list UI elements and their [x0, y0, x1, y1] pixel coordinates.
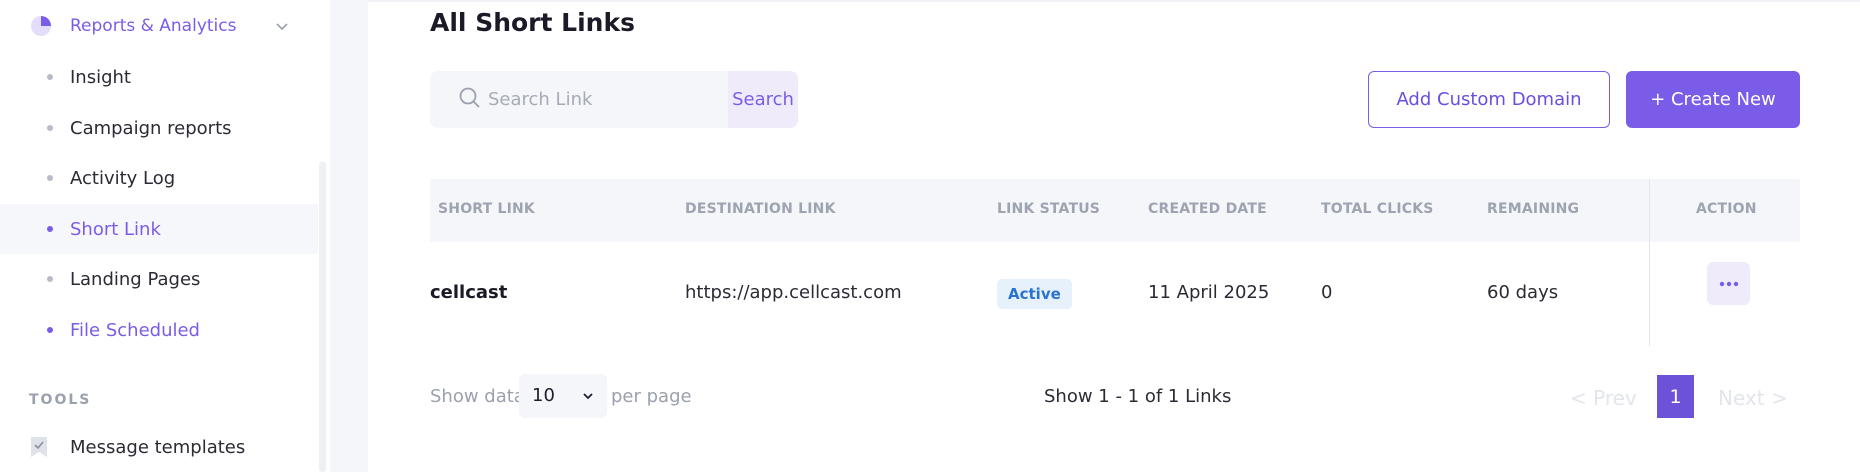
bullet-dot	[47, 125, 53, 131]
create-new-button[interactable]: + Create New	[1626, 71, 1800, 128]
app-root: Reports & Analytics Insight Campaign rep…	[0, 0, 1860, 472]
column-header-destination: DESTINATION LINK	[685, 201, 836, 217]
sidebar-item-insight[interactable]: Insight	[0, 52, 318, 102]
pie-chart-icon	[31, 16, 51, 36]
table-row: cellcast https://app.cellcast.com Active…	[430, 242, 1800, 346]
sidebar-item-label: Message templates	[70, 436, 246, 458]
show-data-label: Show data	[430, 386, 525, 407]
search-box: Search	[430, 71, 798, 128]
column-header-clicks: TOTAL CLICKS	[1321, 201, 1434, 217]
sidebar: Reports & Analytics Insight Campaign rep…	[0, 0, 318, 472]
bookmark-check-icon	[31, 437, 47, 457]
sidebar-item-activity-log[interactable]: Activity Log	[0, 153, 318, 203]
add-custom-domain-button[interactable]: Add Custom Domain	[1368, 71, 1610, 128]
sidebar-group-reports[interactable]: Reports & Analytics	[28, 10, 290, 42]
sidebar-group-label: Reports & Analytics	[70, 16, 237, 36]
sidebar-scrollbar[interactable]	[319, 162, 326, 472]
sidebar-item-campaign-reports[interactable]: Campaign reports	[0, 103, 318, 153]
page-title: All Short Links	[430, 8, 635, 37]
column-header-remaining: REMAINING	[1487, 201, 1580, 217]
column-header-status: LINK STATUS	[997, 201, 1101, 217]
prev-page-button[interactable]: < Prev	[1570, 386, 1637, 410]
content-gutter	[330, 0, 368, 472]
sidebar-item-label: Landing Pages	[70, 268, 201, 290]
cell-remaining: 60 days	[1487, 282, 1559, 303]
search-icon	[459, 87, 480, 108]
sidebar-item-landing-pages[interactable]: Landing Pages	[0, 254, 318, 304]
chevron-down-icon	[583, 393, 593, 400]
next-page-button[interactable]: Next >	[1718, 386, 1788, 410]
sidebar-item-label: Campaign reports	[70, 117, 232, 139]
column-header-action: ACTION	[1696, 201, 1757, 217]
status-badge: Active	[997, 279, 1072, 309]
search-button[interactable]: Search	[728, 71, 798, 128]
per-page-select[interactable]: 10	[519, 374, 607, 418]
sidebar-item-message-templates[interactable]: Message templates	[29, 432, 245, 462]
sidebar-section-title: TOOLS	[29, 392, 92, 408]
sidebar-item-label: Insight	[70, 66, 131, 88]
search-input[interactable]	[488, 71, 728, 128]
main-content: All Short Links Search Add Custom Domain…	[368, 0, 1860, 472]
bullet-dot	[47, 74, 53, 80]
cell-short-link[interactable]: cellcast	[430, 282, 507, 303]
per-page-value: 10	[532, 385, 555, 406]
sidebar-item-label: File Scheduled	[70, 319, 200, 341]
page-number-button[interactable]: 1	[1657, 375, 1694, 418]
cell-created-date: 11 April 2025	[1148, 282, 1270, 303]
sidebar-item-label: Short Link	[70, 218, 161, 240]
top-divider	[368, 0, 1860, 2]
chevron-down-icon[interactable]	[274, 18, 290, 34]
cell-total-clicks: 0	[1321, 282, 1333, 303]
sidebar-item-label: Activity Log	[70, 167, 176, 189]
table-header: SHORT LINK DESTINATION LINK LINK STATUS …	[430, 179, 1800, 242]
column-header-short-link: SHORT LINK	[438, 201, 535, 217]
bullet-dot	[47, 327, 53, 333]
sidebar-item-file-scheduled[interactable]: File Scheduled	[0, 305, 318, 355]
bullet-dot	[47, 226, 53, 232]
short-links-table: SHORT LINK DESTINATION LINK LINK STATUS …	[430, 179, 1800, 346]
cell-destination-link[interactable]: https://app.cellcast.com	[685, 282, 902, 303]
more-horizontal-icon	[1719, 281, 1738, 286]
bullet-dot	[47, 175, 53, 181]
bullet-dot	[47, 276, 53, 282]
column-header-created: CREATED DATE	[1148, 201, 1267, 217]
pagination-range-info: Show 1 - 1 of 1 Links	[1044, 386, 1232, 407]
per-page-label: per page	[611, 386, 692, 407]
sidebar-item-short-link[interactable]: Short Link	[0, 204, 318, 254]
row-actions-button[interactable]	[1707, 262, 1750, 305]
